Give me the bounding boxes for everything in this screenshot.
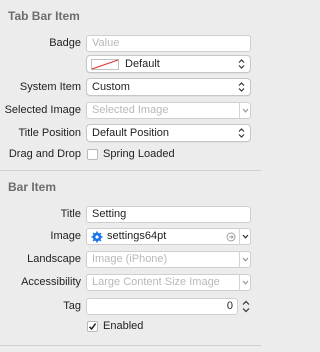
system-item-value: Custom — [92, 81, 130, 93]
title-position-value: Default Position — [92, 127, 170, 139]
checkmark-icon — [88, 323, 97, 331]
badge-color-value: Default — [125, 58, 160, 70]
chevron-down-icon — [242, 280, 249, 285]
selected-image-placeholder: Selected Image — [92, 104, 169, 116]
image-combo[interactable]: settings64pt — [86, 228, 251, 245]
spring-loaded-label: Spring Loaded — [103, 148, 175, 160]
drag-and-drop-label: Drag and Drop — [8, 148, 81, 160]
accessibility-placeholder: Large Content Size Image — [92, 276, 220, 288]
title-label: Title — [60, 208, 81, 220]
image-dropdown-button[interactable] — [239, 228, 250, 245]
tag-label: Tag — [63, 300, 81, 312]
title-position-label: Title Position — [18, 127, 81, 139]
section-divider — [0, 170, 261, 171]
title-position-popup[interactable]: Default Position — [86, 124, 251, 142]
badge-label: Badge — [49, 37, 81, 49]
enabled-checkbox[interactable] — [87, 321, 98, 332]
up-down-chevron-icon — [242, 300, 250, 313]
chevron-down-icon — [242, 234, 249, 239]
selected-image-label: Selected Image — [4, 104, 81, 116]
landscape-combo[interactable]: Image (iPhone) — [86, 251, 251, 268]
system-item-popup[interactable]: Custom — [86, 78, 251, 96]
section-divider — [0, 345, 261, 346]
title-field[interactable]: Setting — [86, 206, 251, 223]
accessibility-dropdown-button[interactable] — [239, 274, 250, 291]
tag-value: 0 — [226, 300, 233, 312]
tag-stepper[interactable] — [241, 298, 251, 315]
badge-field[interactable]: Value — [86, 35, 251, 52]
image-value: settings64pt — [107, 230, 167, 242]
landscape-placeholder: Image (iPhone) — [92, 253, 168, 265]
badge-placeholder: Value — [92, 37, 120, 49]
selected-image-dropdown-button[interactable] — [239, 102, 250, 119]
badge-color-popup[interactable]: Default — [86, 55, 251, 73]
chevron-down-icon — [242, 257, 249, 262]
up-down-chevron-icon — [238, 128, 245, 138]
up-down-chevron-icon — [238, 82, 245, 92]
selected-image-combo[interactable]: Selected Image — [86, 102, 251, 119]
section-title-bar-item: Bar Item — [8, 180, 57, 194]
chevron-down-icon — [242, 108, 249, 113]
enabled-label: Enabled — [103, 320, 144, 332]
up-down-chevron-icon — [238, 59, 245, 69]
color-swatch-icon — [91, 59, 119, 70]
system-item-label: System Item — [19, 81, 81, 93]
landscape-label: Landscape — [27, 253, 81, 265]
landscape-dropdown-button[interactable] — [239, 251, 250, 268]
section-title-tab-bar-item: Tab Bar Item — [8, 9, 80, 23]
title-value: Setting — [92, 208, 127, 220]
tag-field[interactable]: 0 — [86, 298, 238, 315]
image-label: Image — [50, 230, 81, 242]
arrow-circle-icon[interactable] — [226, 232, 236, 242]
gear-icon — [91, 231, 103, 243]
accessibility-combo[interactable]: Large Content Size Image — [86, 274, 251, 291]
spring-loaded-checkbox[interactable] — [87, 149, 98, 160]
accessibility-label: Accessibility — [21, 276, 81, 288]
